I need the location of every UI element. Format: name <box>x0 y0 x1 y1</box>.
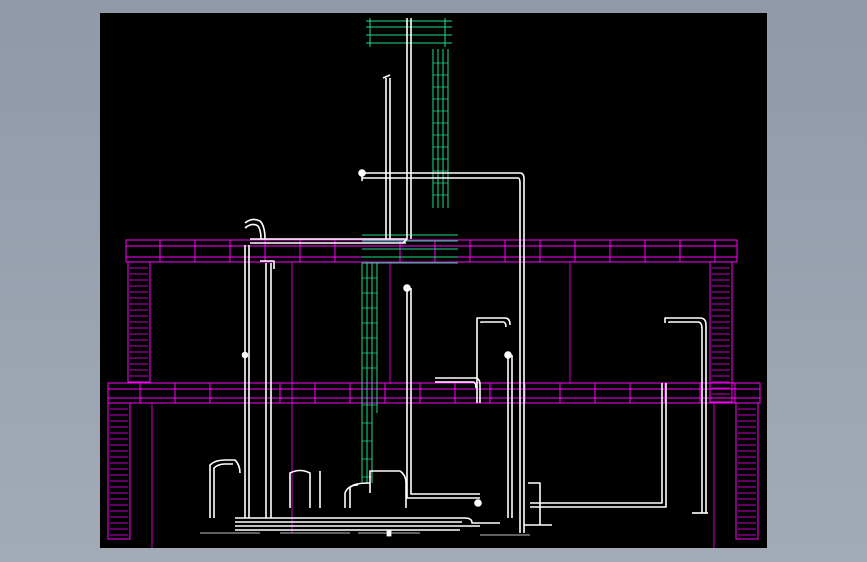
lower-right-column <box>735 402 759 540</box>
pipe-left-hook <box>244 218 266 240</box>
upper-left-column-hatch <box>130 267 148 377</box>
pipe-riser-main <box>402 18 408 244</box>
pipe-vertical-560 <box>530 383 663 504</box>
pump-right <box>369 470 407 508</box>
upper-right-column-hatch <box>712 267 730 395</box>
upper-right-column <box>709 261 733 403</box>
cad-drawing <box>107 18 761 548</box>
lower-beam-ticks <box>139 383 736 403</box>
pipe-mid-drop <box>406 288 480 499</box>
pipe-right-hook <box>664 317 707 513</box>
ductwork <box>361 18 458 483</box>
pump-far-right <box>528 482 541 525</box>
viewer-background <box>0 0 867 562</box>
cad-drawing-canvas[interactable] <box>100 13 767 548</box>
piping <box>209 18 708 533</box>
lower-left-column-hatch <box>110 408 128 536</box>
thin-structure-lines <box>151 262 715 548</box>
pump-mid <box>289 469 311 508</box>
upper-beam-ticks <box>159 240 716 262</box>
lower-right-column-hatch <box>738 408 756 536</box>
ground-markers <box>200 530 530 537</box>
lower-left-column <box>107 402 131 540</box>
